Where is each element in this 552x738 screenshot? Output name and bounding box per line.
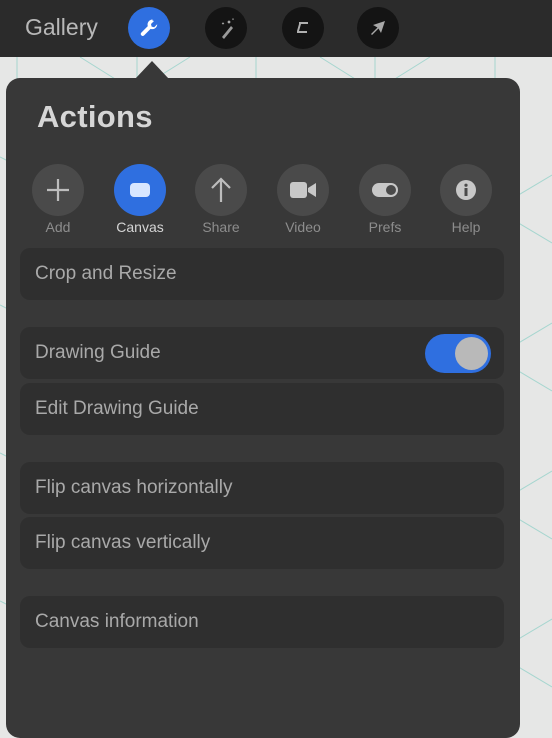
tab-add[interactable]: Add: [23, 164, 93, 235]
tab-label: Prefs: [368, 219, 402, 235]
info-icon: [456, 180, 476, 200]
crop-and-resize-item[interactable]: Crop and Resize: [20, 248, 504, 300]
selection-s-icon: [297, 22, 308, 33]
toggle-knob: [455, 337, 488, 370]
canvas-information-item[interactable]: Canvas information: [20, 596, 504, 648]
tab-label: Share: [202, 219, 240, 235]
flip-vertical-item[interactable]: Flip canvas vertically: [20, 517, 504, 569]
canvas-icon: [130, 183, 150, 197]
actions-panel: Actions Add Canvas Share Video Prefs Hel…: [6, 78, 520, 738]
item-label: Drawing Guide: [35, 342, 161, 363]
magic-wand-icon: [221, 18, 235, 39]
tab-prefs[interactable]: Prefs: [350, 164, 420, 235]
tab-label: Add: [45, 219, 71, 235]
top-toolbar: Gallery: [0, 0, 552, 57]
actions-tool-button[interactable]: [128, 7, 170, 49]
gallery-button[interactable]: Gallery: [25, 14, 98, 41]
flip-horizontal-item[interactable]: Flip canvas horizontally: [20, 462, 504, 514]
share-arrow-icon: [211, 177, 231, 202]
selection-tool-button[interactable]: [282, 7, 324, 49]
drawing-guide-toggle[interactable]: [425, 334, 491, 373]
item-label: Crop and Resize: [35, 263, 177, 284]
video-camera-icon: [290, 182, 316, 198]
item-label: Canvas information: [35, 611, 199, 632]
panel-title: Actions: [37, 99, 153, 134]
arrow-cursor-icon: [371, 21, 385, 35]
adjustments-tool-button[interactable]: [205, 7, 247, 49]
item-label: Flip canvas horizontally: [35, 477, 233, 498]
transform-tool-button[interactable]: [357, 7, 399, 49]
item-label: Edit Drawing Guide: [35, 398, 199, 419]
popover-pointer: [135, 61, 169, 79]
item-label: Flip canvas vertically: [35, 532, 211, 553]
toggle-prefs-icon: [372, 183, 398, 197]
tab-label: Canvas: [116, 219, 164, 235]
tab-share[interactable]: Share: [186, 164, 256, 235]
tab-video[interactable]: Video: [268, 164, 338, 235]
plus-icon: [47, 179, 69, 201]
edit-drawing-guide-item[interactable]: Edit Drawing Guide: [20, 383, 504, 435]
tab-label: Video: [285, 219, 321, 235]
drawing-guide-item[interactable]: Drawing Guide: [20, 327, 504, 379]
tab-canvas[interactable]: Canvas: [105, 164, 175, 235]
tab-label: Help: [451, 219, 481, 235]
tab-help[interactable]: Help: [431, 164, 501, 235]
wrench-icon: [140, 19, 158, 36]
